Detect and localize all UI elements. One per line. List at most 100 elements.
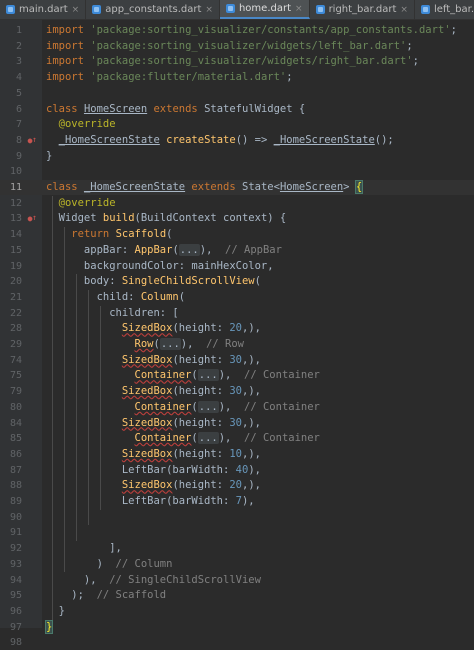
code-line[interactable]: 3 import 'package:sorting_visualizer/widg… [0,54,474,69]
code-line[interactable]: 21 child: Column( [0,290,474,305]
line-number: 22 [9,307,22,319]
tab-home-dart[interactable]: home.dart × [219,0,310,19]
code-line[interactable]: 5 [0,86,474,101]
code-line[interactable]: 1 import 'package:sorting_visualizer/cons… [0,23,474,38]
code-line[interactable]: 2 import 'package:sorting_visualizer/widg… [0,39,474,54]
code-line[interactable]: 85 Container(...), // Container [0,431,474,446]
code-line[interactable]: 95 ); // Scaffold [0,588,474,603]
line-number: 89 [9,496,22,507]
code-text: backgroundColor: mainHexColor, [46,259,274,272]
line-number: 96 [9,605,22,617]
code-editor[interactable]: 1 import 'package:sorting_visualizer/cons… [0,20,474,648]
code-line[interactable]: 90 [0,510,474,525]
code-line[interactable]: 13 Widget build(BuildContext context) { [0,211,474,226]
tab-label: home.dart [238,3,292,14]
code-line[interactable]: 97} [0,619,474,635]
line-number: 90 [9,511,22,523]
line-number: 95 [9,590,22,602]
code-line[interactable]: 75 Container(...), // Container [0,368,474,383]
code-line[interactable]: 98 [0,635,474,650]
code-line[interactable]: 79 SizedBox(height: 30,), [0,384,474,399]
code-line[interactable]: 22 children: [ [0,306,474,321]
code-text: Widget build(BuildContext context) { [46,212,287,225]
dart-file-icon [92,5,102,14]
code-line[interactable]: 29 Row(...), // Row [0,337,474,352]
code-text: SizedBox(height: 20,), [121,479,261,492]
indent-guide [64,227,65,573]
line-number: 94 [9,574,22,586]
line-number: 21 [9,291,22,303]
close-icon[interactable]: × [205,5,213,15]
code-text: import 'package:flutter/material.dart'; [46,71,293,84]
tab-right-bar-dart[interactable]: right_bar.dart × [310,0,415,19]
code-text: } [46,149,53,162]
code-line[interactable]: 94 ), // SingleChildScrollView [0,573,474,588]
code-text: ), // SingleChildScrollView [46,573,261,586]
close-icon[interactable]: × [295,4,303,14]
code-line[interactable]: 6 class HomeScreen extends StatefulWidget… [0,102,474,117]
tab-label: right_bar.dart [328,4,397,15]
indent-guide [100,305,101,510]
code-line[interactable]: 87 LeftBar(barWidth: 40), [0,463,474,478]
code-text: SizedBox(height: 10,), [121,447,261,460]
tab-main-dart[interactable]: main.dart × [0,0,87,19]
code-line[interactable]: 9} [0,149,474,164]
dart-file-icon [225,4,235,13]
line-number: 86 [9,448,22,460]
code-line[interactable]: 91 [0,525,474,540]
code-line[interactable]: 14 return Scaffold( [0,227,474,242]
code-line[interactable]: 20 body: SingleChildScrollView( [0,274,474,289]
code-text: child: Column( [46,290,186,303]
override-gutter-icon[interactable] [24,134,37,146]
code-text: import 'package:sorting_visualizer/widge… [46,55,419,68]
dart-file-icon [420,5,430,14]
line-number: 20 [9,276,22,288]
code-text: @override [58,118,116,131]
code-line[interactable]: 96 } [0,604,474,619]
line-number: 97 [9,621,22,633]
code-line[interactable]: 12 @override [0,196,474,211]
line-number: 2 [15,40,22,52]
tab-left-bar-dart[interactable]: left_bar.dart × [415,0,474,19]
line-number: 79 [9,386,22,398]
code-line[interactable]: 84 SizedBox(height: 30,), [0,416,474,431]
line-number: 13 [9,213,22,225]
code-line[interactable]: 92 ], [0,541,474,556]
code-line[interactable]: 74 SizedBox(height: 30,), [0,353,474,368]
code-text: appBar: AppBar(...), // AppBar [46,243,282,256]
code-text: SizedBox(height: 30,), [121,353,261,366]
code-line[interactable]: 10 [0,164,474,179]
code-text: import 'package:sorting_visualizer/widge… [46,39,413,52]
code-line[interactable]: 4 import 'package:flutter/material.dart'; [0,70,474,85]
code-line[interactable]: 88 SizedBox(height: 20,), [0,478,474,493]
code-line[interactable]: 86 SizedBox(height: 10,), [0,447,474,462]
code-line[interactable]: 28 SizedBox(height: 20,), [0,321,474,336]
line-number: 29 [9,339,22,350]
code-line[interactable]: 80 Container(...), // Container [0,400,474,415]
line-number: 3 [15,56,22,68]
tab-app-constants-dart[interactable]: app_constants.dart × [86,0,220,19]
tab-label: main.dart [19,4,68,15]
line-number: 84 [9,417,22,429]
indent-guide [76,274,77,542]
line-number: 80 [9,401,22,413]
code-line[interactable]: 15 appBar: AppBar(...), // AppBar [0,243,474,258]
code-line[interactable]: 19 backgroundColor: mainHexColor, [0,259,474,274]
code-line[interactable]: 93 ) // Column [0,557,474,572]
code-line[interactable]: 89 LeftBar(barWidth: 7), [0,494,474,509]
override-gutter-icon[interactable] [24,212,37,224]
line-number: 14 [9,229,22,241]
code-line[interactable]: 8 _HomeScreenState createState() => _Hom… [0,133,474,148]
line-number: 15 [9,244,22,256]
close-icon[interactable]: × [400,5,408,15]
line-number: 98 [9,637,22,649]
line-number: 9 [15,150,22,162]
code-line[interactable]: 7 @override [0,117,474,132]
code-line[interactable]: 11 class _HomeScreenState extends State<H… [0,180,474,195]
code-text: class HomeScreen extends StatefulWidget … [46,102,306,115]
code-text: import 'package:sorting_visualizer/const… [46,24,457,36]
line-number: 4 [15,72,22,84]
close-icon[interactable]: × [72,5,80,15]
code-text: children: [ [46,306,179,319]
tab-label: left_bar.dart [433,4,474,15]
